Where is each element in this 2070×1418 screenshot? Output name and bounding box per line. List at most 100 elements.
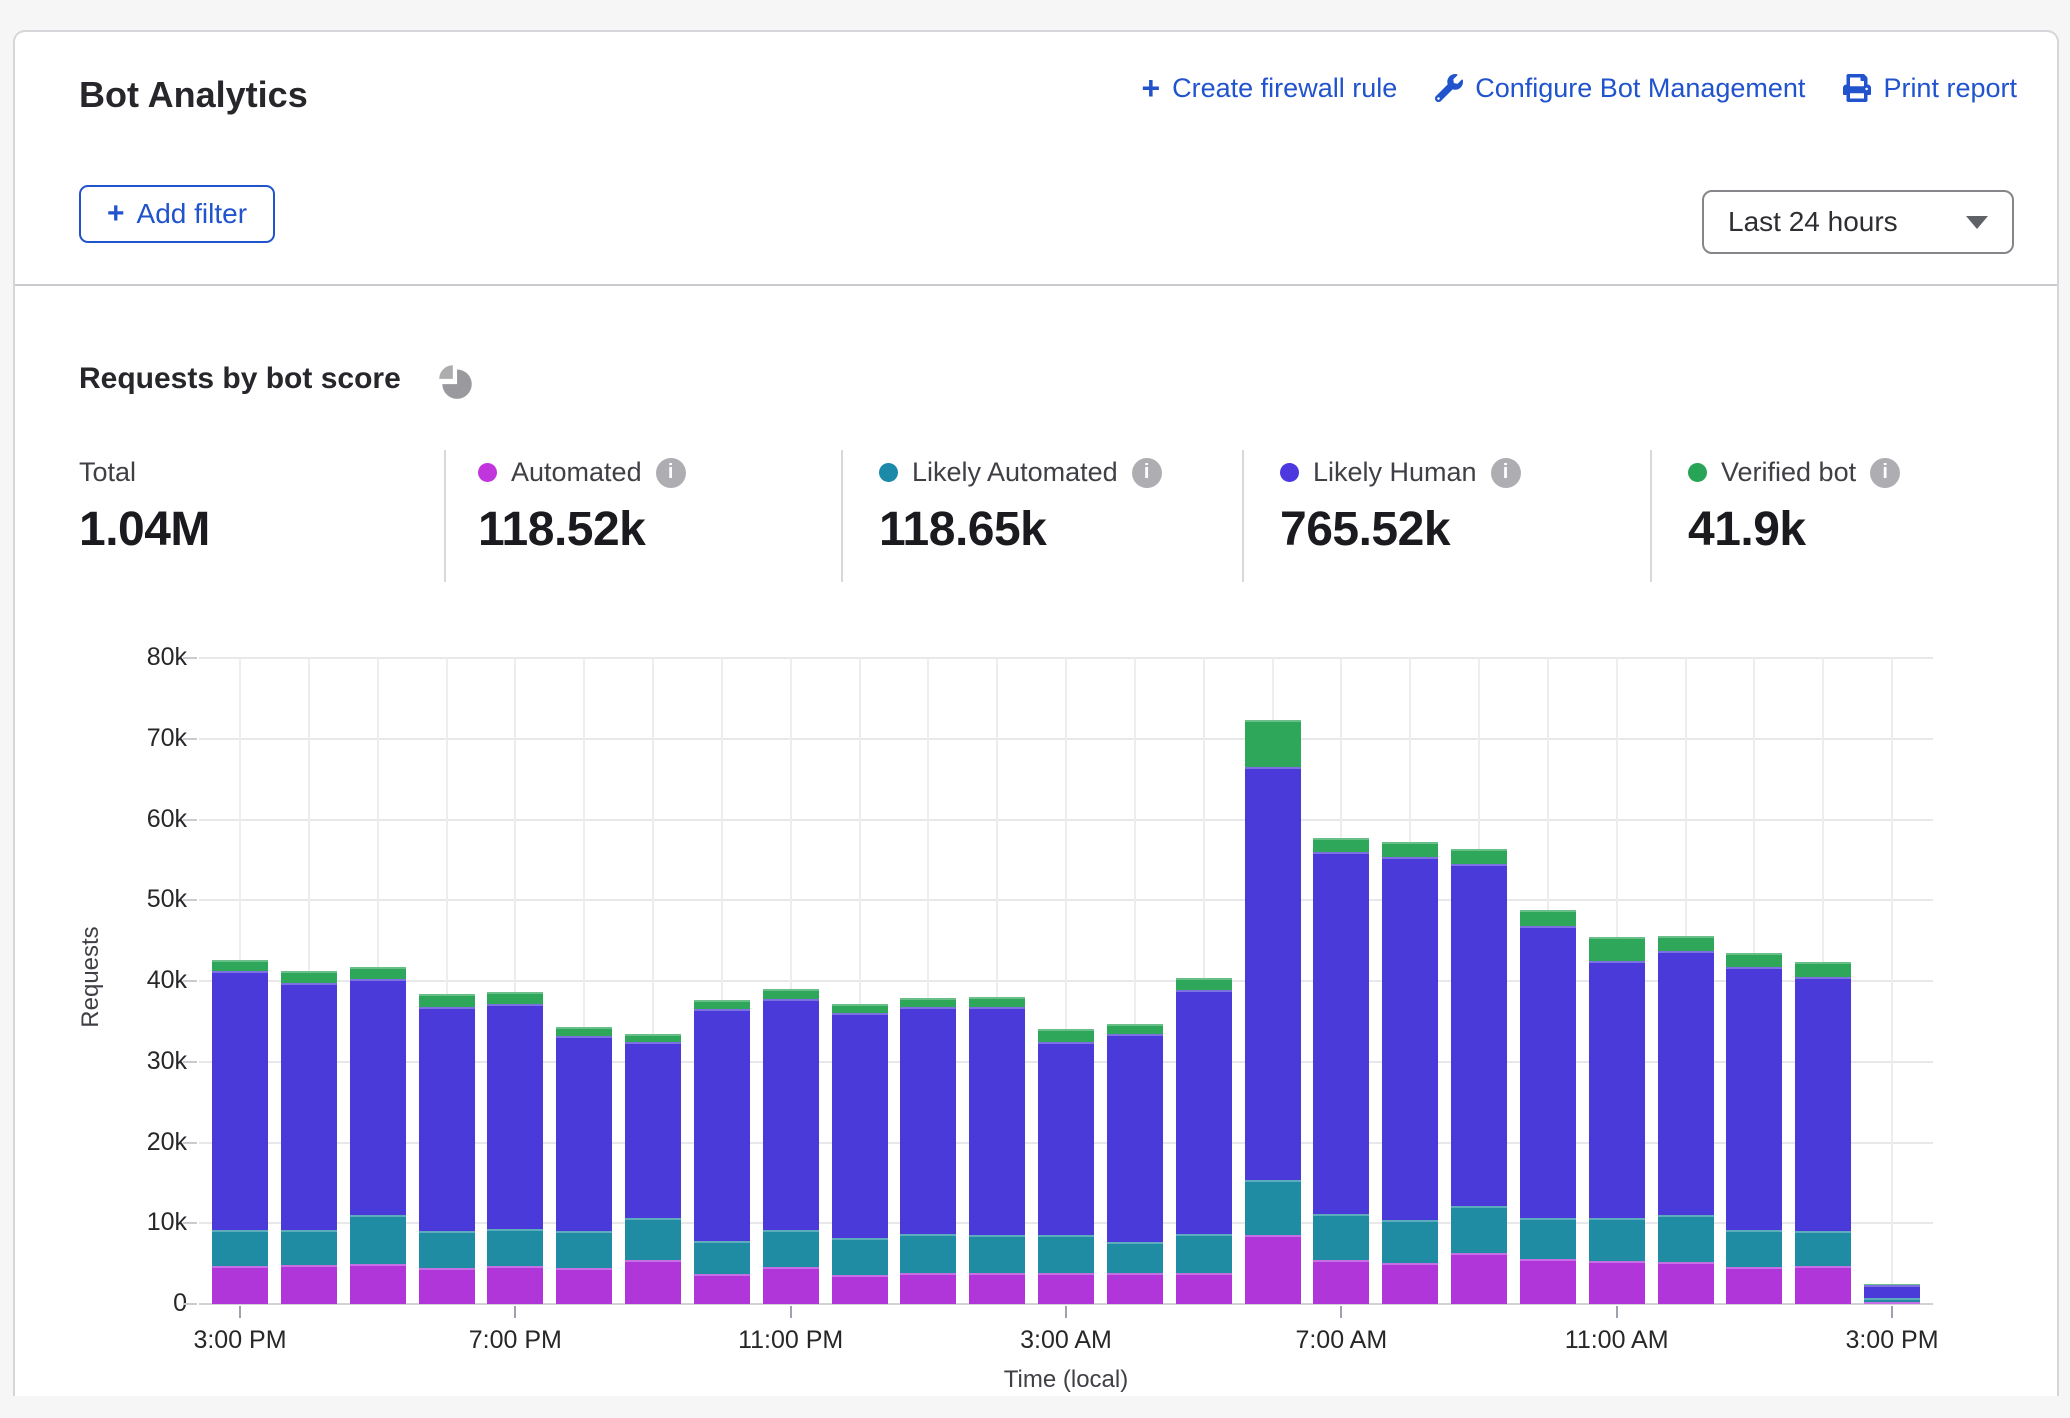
bar-segment-verified-bot[interactable] xyxy=(1313,838,1369,852)
bar-segment-likely-human[interactable] xyxy=(1451,864,1507,1206)
bar-segment-likely-human[interactable] xyxy=(1176,990,1232,1234)
info-icon[interactable]: i xyxy=(656,458,686,488)
bar-segment-likely-automated[interactable] xyxy=(1589,1218,1645,1262)
bar-segment-automated[interactable] xyxy=(1795,1266,1851,1304)
bar-segment-automated[interactable] xyxy=(419,1268,475,1304)
create-firewall-rule-link[interactable]: + Create firewall rule xyxy=(1141,72,1397,104)
bar-segment-likely-automated[interactable] xyxy=(832,1238,888,1275)
bar-1:00 AM[interactable] xyxy=(900,998,956,1304)
bar-segment-likely-automated[interactable] xyxy=(281,1230,337,1266)
bar-12:00 AM[interactable] xyxy=(832,1004,888,1304)
bar-segment-likely-human[interactable] xyxy=(212,971,268,1230)
bar-segment-likely-automated[interactable] xyxy=(1658,1215,1714,1262)
bar-segment-likely-human[interactable] xyxy=(694,1009,750,1241)
bar-segment-automated[interactable] xyxy=(625,1260,681,1304)
bar-11:00 AM[interactable] xyxy=(1589,937,1645,1304)
bar-11:00 PM[interactable] xyxy=(763,989,819,1304)
bar-segment-likely-automated[interactable] xyxy=(1382,1220,1438,1263)
bar-segment-likely-human[interactable] xyxy=(1038,1042,1094,1234)
bar-segment-automated[interactable] xyxy=(1038,1273,1094,1304)
bar-segment-automated[interactable] xyxy=(1107,1273,1163,1304)
bar-segment-likely-automated[interactable] xyxy=(1313,1214,1369,1260)
bar-segment-automated[interactable] xyxy=(1382,1263,1438,1304)
bar-segment-automated[interactable] xyxy=(556,1268,612,1304)
bar-4:00 AM[interactable] xyxy=(1107,1024,1163,1304)
bar-7:00 PM[interactable] xyxy=(487,992,543,1304)
bar-segment-likely-automated[interactable] xyxy=(1520,1218,1576,1258)
bar-1:00 PM[interactable] xyxy=(1726,953,1782,1304)
info-icon[interactable]: i xyxy=(1132,458,1162,488)
bar-segment-likely-automated[interactable] xyxy=(1451,1206,1507,1254)
bar-segment-verified-bot[interactable] xyxy=(212,960,268,970)
bar-6:00 PM[interactable] xyxy=(419,994,475,1304)
bar-segment-verified-bot[interactable] xyxy=(1038,1029,1094,1043)
bar-segment-automated[interactable] xyxy=(487,1266,543,1304)
print-report-link[interactable]: Print report xyxy=(1843,73,2017,104)
bar-segment-verified-bot[interactable] xyxy=(350,967,406,979)
info-icon[interactable]: i xyxy=(1491,458,1521,488)
bar-segment-likely-human[interactable] xyxy=(419,1007,475,1231)
bar-segment-likely-automated[interactable] xyxy=(556,1231,612,1268)
bar-segment-verified-bot[interactable] xyxy=(487,992,543,1004)
bar-segment-likely-human[interactable] xyxy=(1382,857,1438,1220)
bar-segment-automated[interactable] xyxy=(832,1275,888,1304)
bar-segment-verified-bot[interactable] xyxy=(281,971,337,982)
bar-9:00 PM[interactable] xyxy=(625,1034,681,1304)
time-range-dropdown[interactable]: Last 24 hours xyxy=(1702,190,2014,254)
bar-2:00 AM[interactable] xyxy=(969,997,1025,1304)
info-icon[interactable]: i xyxy=(1870,458,1900,488)
bar-segment-automated[interactable] xyxy=(900,1273,956,1304)
bar-segment-verified-bot[interactable] xyxy=(1520,910,1576,926)
bar-segment-automated[interactable] xyxy=(350,1264,406,1304)
bar-segment-likely-human[interactable] xyxy=(1313,852,1369,1215)
bar-segment-likely-human[interactable] xyxy=(900,1007,956,1234)
bar-segment-automated[interactable] xyxy=(212,1266,268,1304)
bar-segment-verified-bot[interactable] xyxy=(900,998,956,1007)
bar-segment-likely-automated[interactable] xyxy=(694,1241,750,1274)
bar-segment-likely-human[interactable] xyxy=(487,1004,543,1229)
bar-segment-verified-bot[interactable] xyxy=(1245,720,1301,767)
bar-segment-likely-human[interactable] xyxy=(1520,926,1576,1218)
bar-segment-automated[interactable] xyxy=(1451,1253,1507,1304)
bar-segment-verified-bot[interactable] xyxy=(625,1034,681,1043)
bar-segment-likely-automated[interactable] xyxy=(1795,1231,1851,1266)
bar-segment-likely-human[interactable] xyxy=(350,979,406,1215)
bar-8:00 AM[interactable] xyxy=(1382,842,1438,1304)
bar-segment-likely-automated[interactable] xyxy=(1726,1230,1782,1267)
bar-segment-likely-automated[interactable] xyxy=(763,1230,819,1267)
bar-segment-verified-bot[interactable] xyxy=(763,989,819,999)
bar-segment-automated[interactable] xyxy=(1726,1267,1782,1304)
bar-segment-verified-bot[interactable] xyxy=(1658,936,1714,951)
bar-2:00 PM[interactable] xyxy=(1795,962,1851,1304)
bar-segment-verified-bot[interactable] xyxy=(694,1000,750,1010)
bar-segment-automated[interactable] xyxy=(1589,1261,1645,1304)
bar-segment-automated[interactable] xyxy=(1245,1235,1301,1304)
bar-segment-likely-automated[interactable] xyxy=(212,1230,268,1266)
bar-segment-likely-automated[interactable] xyxy=(487,1229,543,1266)
bar-segment-verified-bot[interactable] xyxy=(832,1004,888,1014)
bar-segment-automated[interactable] xyxy=(1520,1259,1576,1304)
bar-segment-likely-human[interactable] xyxy=(281,983,337,1230)
bar-segment-likely-automated[interactable] xyxy=(1245,1180,1301,1236)
bar-5:00 PM[interactable] xyxy=(350,967,406,1304)
bar-9:00 AM[interactable] xyxy=(1451,849,1507,1304)
bar-segment-verified-bot[interactable] xyxy=(1107,1024,1163,1034)
bar-segment-automated[interactable] xyxy=(1313,1260,1369,1304)
bar-segment-likely-human[interactable] xyxy=(1726,967,1782,1229)
bar-segment-automated[interactable] xyxy=(281,1265,337,1304)
bar-segment-likely-human[interactable] xyxy=(1245,767,1301,1180)
bar-segment-likely-automated[interactable] xyxy=(969,1235,1025,1273)
bar-segment-likely-automated[interactable] xyxy=(1107,1242,1163,1273)
bar-segment-automated[interactable] xyxy=(969,1273,1025,1304)
bar-segment-likely-automated[interactable] xyxy=(419,1231,475,1268)
bar-segment-likely-human[interactable] xyxy=(1107,1034,1163,1242)
bar-segment-likely-automated[interactable] xyxy=(1038,1235,1094,1274)
bar-12:00 PM[interactable] xyxy=(1658,936,1714,1304)
bar-segment-likely-human[interactable] xyxy=(625,1042,681,1218)
bar-10:00 PM[interactable] xyxy=(694,1000,750,1304)
bar-3:00 AM[interactable] xyxy=(1038,1029,1094,1304)
bar-segment-likely-automated[interactable] xyxy=(900,1234,956,1274)
bar-segment-likely-automated[interactable] xyxy=(625,1218,681,1260)
bar-segment-likely-human[interactable] xyxy=(763,999,819,1230)
bar-segment-likely-human[interactable] xyxy=(1658,951,1714,1215)
